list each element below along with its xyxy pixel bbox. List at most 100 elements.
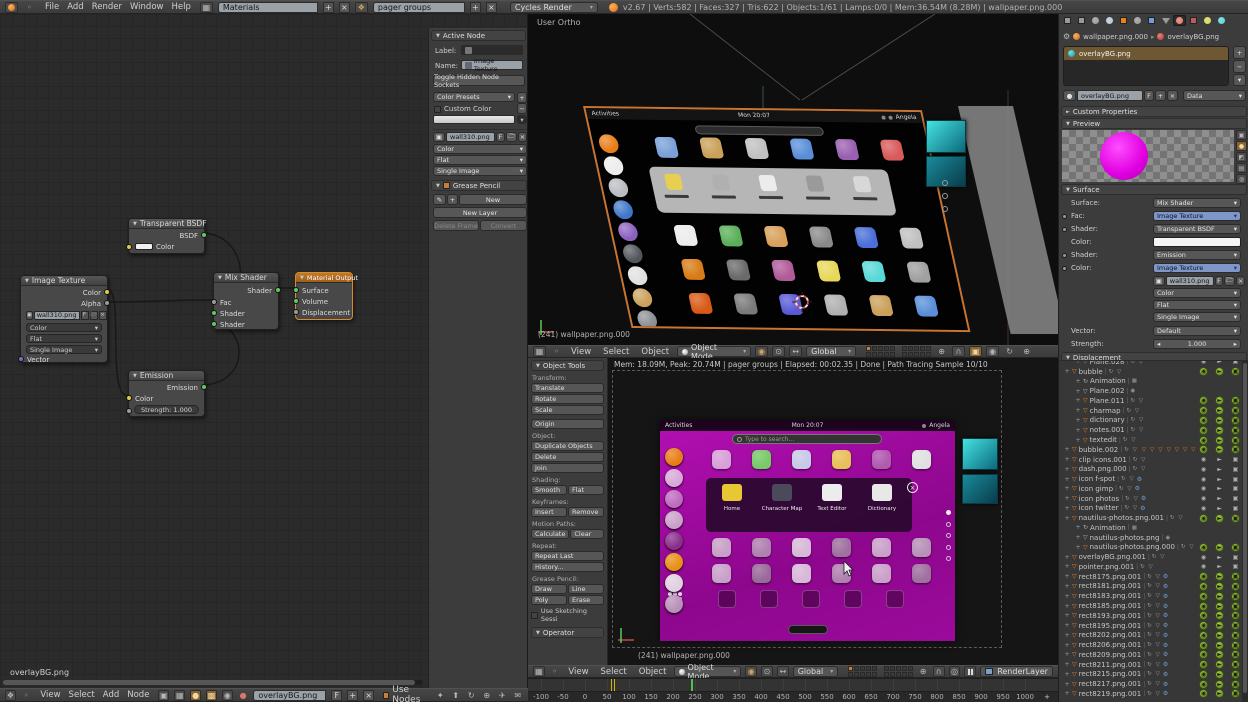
layer-cell[interactable] — [908, 666, 913, 671]
renderability-toggle-icon[interactable]: ▣ — [1231, 475, 1240, 484]
layer-cell[interactable] — [860, 666, 865, 671]
render-engine-select[interactable]: Cycles Render▾ — [510, 2, 598, 13]
layer-cell[interactable] — [926, 346, 931, 351]
image-name-field[interactable]: wall310.png — [1166, 276, 1214, 286]
image-option-select[interactable]: Flat▾ — [1153, 300, 1241, 310]
selectability-toggle-icon[interactable]: ► — [1215, 641, 1224, 650]
renderability-toggle-icon[interactable]: ▣ — [1231, 504, 1240, 513]
renderability-toggle-icon[interactable]: ▣ — [1231, 445, 1240, 454]
visibility-toggle-icon[interactable]: ◉ — [1199, 650, 1208, 659]
visibility-toggle-icon[interactable]: ◉ — [1199, 562, 1208, 571]
expander-icon[interactable]: + — [1075, 524, 1081, 531]
layer-cell[interactable] — [872, 672, 877, 677]
fake-user-button[interactable]: F — [81, 311, 89, 320]
layer-cell[interactable] — [920, 346, 925, 351]
tool-button-line[interactable]: Line — [568, 584, 604, 594]
tool-button-delete[interactable]: Delete — [531, 452, 604, 462]
renderability-toggle-icon[interactable]: ▣ — [1231, 494, 1240, 503]
folder-close-icon[interactable]: × — [907, 482, 918, 493]
node-material-output[interactable]: ▼Material Output Surface Volume Displace… — [295, 272, 353, 320]
expander-icon[interactable]: + — [1064, 466, 1070, 473]
menu-view[interactable]: View — [36, 690, 64, 700]
tab-object-icon[interactable] — [1117, 15, 1130, 26]
menu-help[interactable]: Help — [167, 2, 194, 12]
expander-icon[interactable]: + — [1075, 427, 1081, 434]
menu-object[interactable]: Object — [635, 667, 671, 677]
visibility-toggle-icon[interactable]: ◉ — [1199, 406, 1208, 415]
tab-constraints-icon[interactable] — [1131, 15, 1144, 26]
snap-magnet-icon[interactable]: ∩ — [933, 666, 945, 677]
tool-button-flat[interactable]: Flat — [568, 485, 604, 495]
manipulator-icon[interactable]: ↔ — [789, 346, 802, 357]
orientation-select[interactable]: Global▾ — [793, 666, 839, 677]
convert-button[interactable]: Convert — [480, 220, 527, 231]
color-space-select[interactable]: Color▾ — [433, 144, 527, 154]
layer-cell[interactable] — [902, 346, 907, 351]
visibility-toggle-icon[interactable]: ◉ — [1199, 494, 1208, 503]
handle-ring-1[interactable] — [942, 180, 948, 186]
outliner-row[interactable]: +▽dash.png.000|↻ ▽◉►▣ — [1059, 464, 1248, 474]
shader-world-icon[interactable]: ▦ — [174, 690, 185, 701]
preview-type-button[interactable]: ▣ — [1236, 130, 1247, 140]
grease-pencil-panel-header[interactable]: ▼Grease Pencil — [431, 180, 527, 191]
tab-physics-icon[interactable] — [1215, 15, 1228, 26]
expander-icon[interactable]: + — [1064, 690, 1070, 697]
selectability-toggle-icon[interactable]: ► — [1215, 553, 1224, 562]
image-name-field[interactable]: wall310.png — [446, 132, 495, 142]
displacement-panel-header[interactable]: ▼Displacement — [1061, 352, 1247, 360]
menu-window[interactable]: Window — [126, 2, 168, 12]
renderability-toggle-icon[interactable]: ▣ — [1231, 562, 1240, 571]
layer-cell[interactable] — [866, 666, 871, 671]
selectability-toggle-icon[interactable]: ► — [1215, 416, 1224, 425]
tool-button-erase[interactable]: Erase — [568, 595, 604, 605]
renderability-toggle-icon[interactable]: ▣ — [1231, 465, 1240, 474]
layer-cell[interactable] — [848, 666, 853, 671]
layer-cell[interactable] — [872, 352, 877, 357]
menu-view[interactable]: View — [567, 347, 595, 357]
node-image-texture-header[interactable]: ▼Image Texture — [21, 276, 107, 286]
expander-icon[interactable]: + — [1064, 681, 1070, 688]
key-icon[interactable]: ⊕ — [1020, 346, 1033, 357]
outliner-row[interactable]: +▽rect8185.png.001|↻ ▽⚙◉►▣ — [1059, 601, 1248, 611]
expander-icon[interactable]: + — [1075, 544, 1081, 551]
preview-type-button[interactable]: ▤ — [1236, 163, 1247, 173]
outliner-row[interactable]: +↻Animation|▦ — [1059, 377, 1248, 387]
layer-cell[interactable] — [884, 346, 889, 351]
renderability-toggle-icon[interactable]: ▣ — [1231, 660, 1240, 669]
tool-button-smooth[interactable]: Smooth — [531, 485, 567, 495]
tool-button-history-[interactable]: History... — [531, 562, 604, 572]
shader-object-icon[interactable]: ▣ — [158, 690, 169, 701]
outliner-row[interactable]: +▽charmap|↻ ▽◉►▣ — [1059, 406, 1248, 416]
pin-icon[interactable]: ✦ — [435, 690, 446, 701]
layer-cell[interactable] — [908, 672, 913, 677]
setting-value-shader[interactable]: Emission▾ — [1153, 250, 1241, 260]
strength-slider[interactable]: ◂1.000▸ — [1153, 339, 1241, 349]
fake-user-button[interactable]: F — [496, 132, 505, 142]
renderability-toggle-icon[interactable]: ▣ — [1231, 572, 1240, 581]
parent-node-icon[interactable]: ⬆ — [451, 690, 462, 701]
vector-select[interactable]: Default▾ — [1153, 326, 1241, 336]
selectability-toggle-icon[interactable]: ► — [1215, 455, 1224, 464]
preview-type-button[interactable]: ◍ — [1236, 174, 1247, 184]
node-emission-header[interactable]: ▼Emission — [129, 371, 204, 381]
selectability-toggle-icon[interactable]: ► — [1215, 670, 1224, 679]
selectability-toggle-icon[interactable]: ► — [1215, 494, 1224, 503]
expander-icon[interactable]: + — [1064, 603, 1070, 610]
viewport-shading-icon[interactable]: ◉ — [755, 346, 768, 357]
blender-logo-icon[interactable] — [5, 2, 18, 13]
tab-data-icon[interactable] — [1159, 15, 1172, 26]
layer-cell[interactable] — [884, 666, 889, 671]
node-transparent-bsdf[interactable]: ▼Transparent BSDF BSDF Color — [128, 218, 205, 254]
data-select[interactable]: Data▾ — [1183, 90, 1246, 101]
visibility-toggle-icon[interactable]: ◉ — [1199, 660, 1208, 669]
expander-icon[interactable]: + — [1064, 622, 1070, 629]
tab-texture-icon[interactable] — [1187, 15, 1200, 26]
layer-cell[interactable] — [884, 352, 889, 357]
sync-icon[interactable]: ↻ — [1003, 346, 1016, 357]
add-pencil-button[interactable]: + — [447, 194, 458, 205]
layer-cell[interactable] — [866, 672, 871, 677]
lock-icon[interactable]: ⊕ — [917, 666, 929, 677]
layer-cell[interactable] — [908, 352, 913, 357]
socket-shader2-input[interactable] — [211, 321, 217, 327]
expander-icon[interactable]: + — [1064, 642, 1070, 649]
